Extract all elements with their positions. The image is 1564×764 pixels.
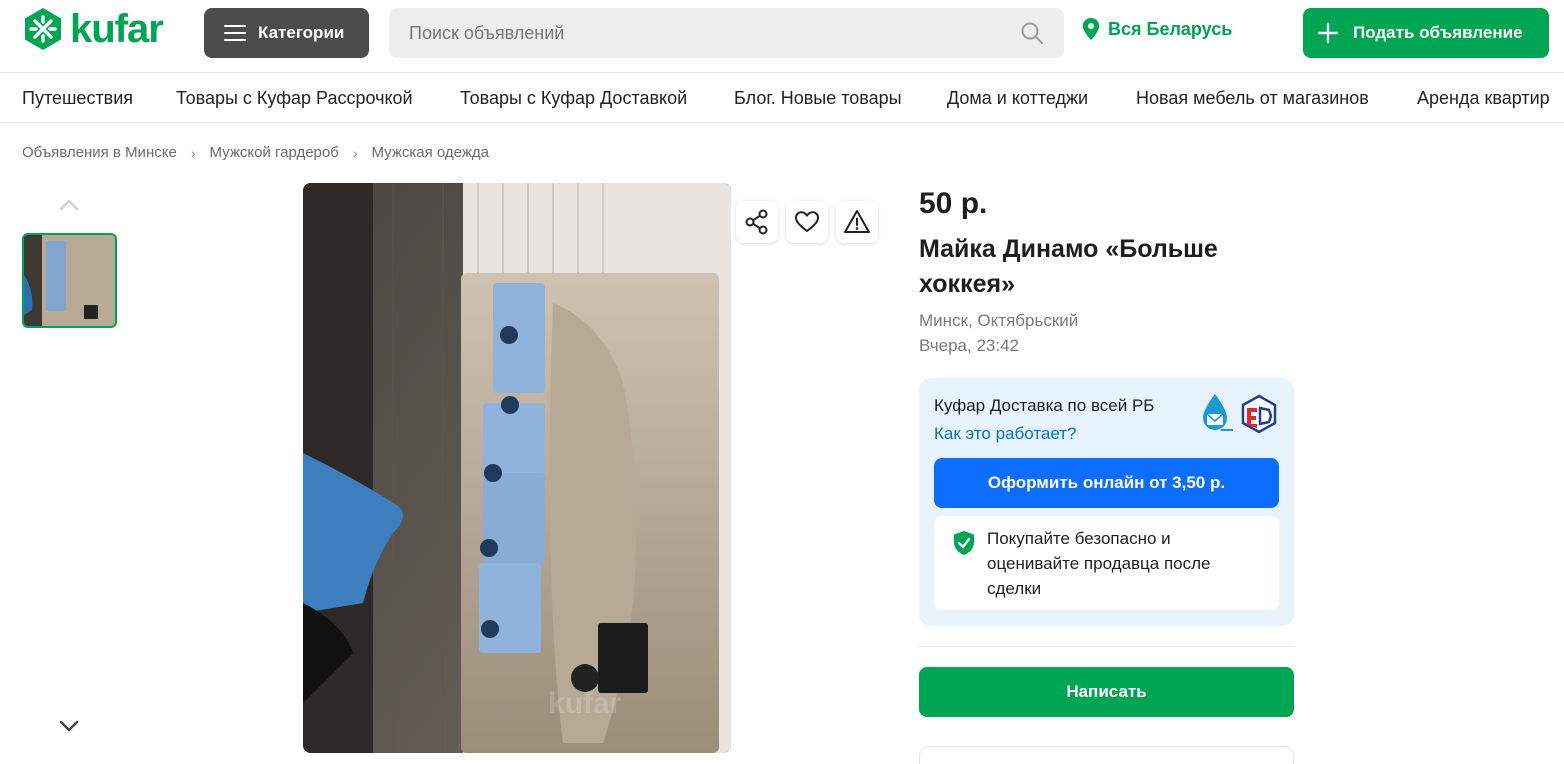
- report-button[interactable]: [836, 201, 878, 243]
- plus-icon: [1317, 22, 1339, 44]
- delivery-title: Куфар Доставка по всей РБ: [934, 396, 1155, 415]
- listing-price: 50 р.: [919, 187, 988, 220]
- region-selector[interactable]: Вся Беларусь: [1082, 18, 1232, 40]
- search-bar: [389, 8, 1064, 58]
- seller-card: [919, 746, 1294, 764]
- listing-title: Майка Динамо «Больше хоккея»: [919, 235, 1218, 298]
- share-button[interactable]: [736, 201, 778, 243]
- share-icon: [745, 209, 768, 235]
- listing-location: Минск, Октябрьский: [919, 311, 1079, 330]
- europost-icon: [1241, 394, 1277, 434]
- breadcrumb-item[interactable]: Мужской гардероб: [209, 144, 338, 161]
- safe-purchase-text: Покупайте безопасно и оценивайте продавц…: [987, 529, 1211, 598]
- header: kufar Категории Вся Беларусь Подать объя…: [0, 0, 1564, 72]
- breadcrumb: Объявления в Минске › Мужской гардероб ›…: [22, 144, 489, 161]
- divider: [919, 646, 1294, 647]
- favorite-button[interactable]: [786, 201, 828, 243]
- category-nav: Путешествия Товары с Куфар Рассрочкой То…: [0, 72, 1564, 123]
- kufar-logo[interactable]: kufar: [22, 7, 164, 51]
- listing-date: Вчера, 23:42: [919, 336, 1019, 355]
- nav-item-furniture[interactable]: Новая мебель от магазинов: [1136, 88, 1369, 109]
- categories-button[interactable]: Категории: [204, 8, 369, 58]
- nav-item-houses[interactable]: Дома и коттеджи: [947, 88, 1088, 109]
- listing-photo: kufar: [303, 183, 731, 753]
- nav-item-blog[interactable]: Блог. Новые товары: [734, 88, 902, 109]
- kufar-logo-icon: [25, 8, 61, 50]
- post-ad-button[interactable]: Подать объявление: [1303, 8, 1549, 58]
- region-label: Вся Беларусь: [1108, 18, 1233, 39]
- breadcrumb-item[interactable]: Мужская одежда: [372, 144, 489, 161]
- write-message-button[interactable]: Написать: [919, 667, 1294, 717]
- chevron-up-icon[interactable]: [58, 197, 80, 213]
- nav-item-travel[interactable]: Путешествия: [22, 88, 133, 109]
- categories-label: Категории: [258, 23, 345, 42]
- logo-text: kufar: [70, 7, 164, 51]
- nav-item-delivery[interactable]: Товары с Куфар Доставкой: [460, 88, 687, 109]
- search-input[interactable]: [389, 8, 989, 58]
- search-icon[interactable]: [1020, 21, 1044, 45]
- photo-thumbnail[interactable]: [22, 233, 117, 328]
- delivery-partner-logos: [1195, 392, 1279, 436]
- safe-purchase-box: Покупайте безопасно и оценивайте продавц…: [934, 516, 1279, 610]
- shield-check-icon: [954, 531, 974, 555]
- nav-item-installments[interactable]: Товары с Куфар Рассрочкой: [176, 88, 413, 109]
- delivery-how-it-works-link[interactable]: Как это работает?: [934, 424, 1077, 444]
- post-drop-icon: [1203, 394, 1233, 431]
- breadcrumb-item[interactable]: Объявления в Минске: [22, 144, 177, 161]
- nav-item-rent[interactable]: Аренда квартир: [1417, 88, 1550, 109]
- order-online-button[interactable]: Оформить онлайн от 3,50 р.: [934, 458, 1279, 508]
- breadcrumb-separator: ›: [352, 144, 358, 161]
- delivery-panel: Куфар Доставка по всей РБ Как это работа…: [919, 378, 1294, 626]
- main-photo[interactable]: kufar: [303, 183, 731, 753]
- warning-icon: [844, 210, 870, 233]
- location-pin-icon: [1082, 18, 1100, 40]
- post-ad-label: Подать объявление: [1353, 23, 1523, 42]
- watermark-text: kufar: [548, 687, 622, 720]
- heart-icon: [795, 211, 819, 232]
- chevron-down-icon[interactable]: [58, 718, 80, 734]
- menu-icon: [224, 25, 246, 41]
- thumbnail-image: [24, 235, 115, 326]
- breadcrumb-separator: ›: [190, 144, 196, 161]
